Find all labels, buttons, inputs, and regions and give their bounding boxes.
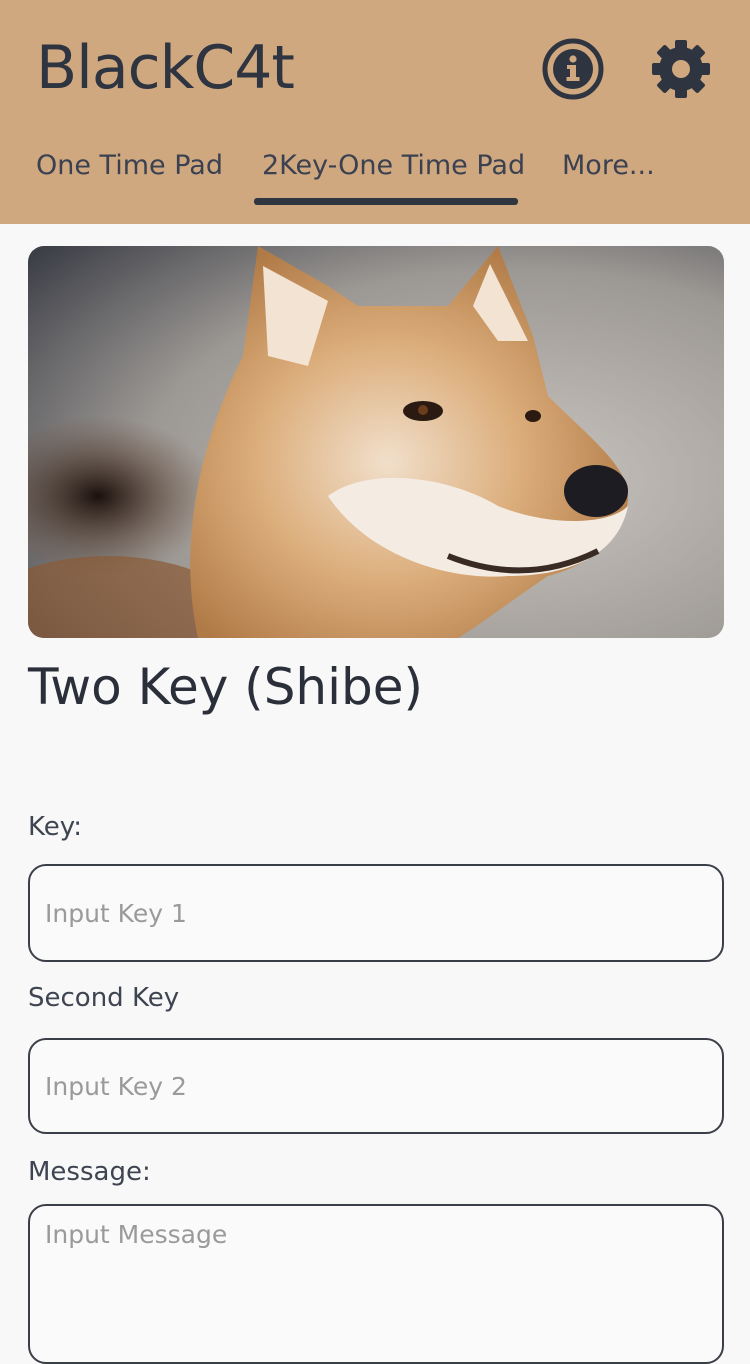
tab-more[interactable]: More... xyxy=(562,148,655,184)
key-label: Key: xyxy=(28,812,83,842)
shiba-inu-hero-image xyxy=(28,246,724,638)
gear-icon[interactable] xyxy=(648,36,714,102)
tab-2key-one-time-pad[interactable]: 2Key-One Time Pad xyxy=(262,148,525,184)
second-key-label: Second Key xyxy=(28,983,180,1013)
message-label: Message: xyxy=(28,1157,151,1187)
tab-one-time-pad[interactable]: One Time Pad xyxy=(36,148,223,184)
key-1-input[interactable] xyxy=(28,864,724,962)
app-header: BlackC4t One Time Pad 2Key-One Time Pad … xyxy=(0,0,750,224)
message-textarea[interactable] xyxy=(28,1204,724,1364)
active-tab-indicator xyxy=(254,198,518,205)
app-title: BlackC4t xyxy=(36,33,295,103)
key-2-input[interactable] xyxy=(28,1038,724,1134)
info-circle-icon[interactable] xyxy=(540,36,606,102)
page-title: Two Key (Shibe) xyxy=(28,658,424,716)
tab-bar: One Time Pad 2Key-One Time Pad More... xyxy=(0,140,750,208)
